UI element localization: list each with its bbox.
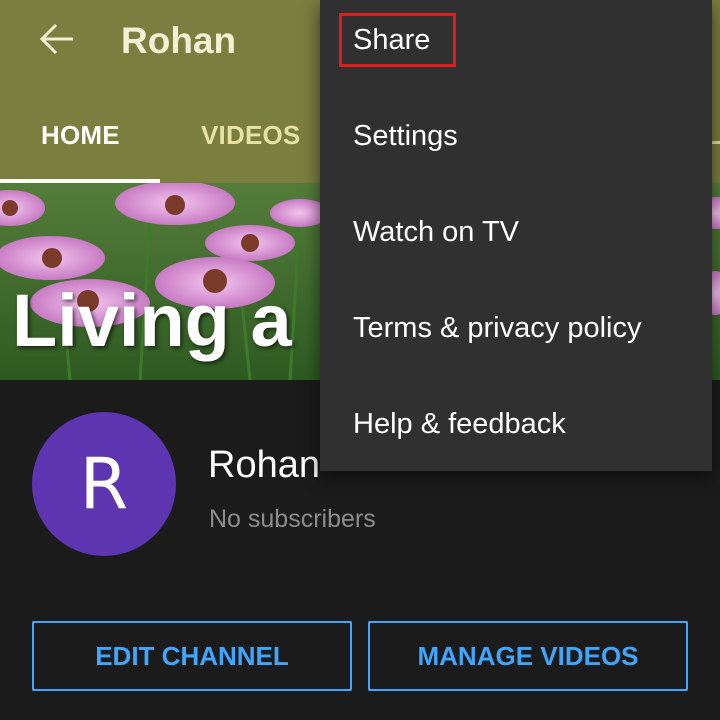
menu-item-settings[interactable]: Settings bbox=[320, 88, 712, 184]
page-title: Rohan bbox=[121, 20, 237, 61]
tab-home[interactable]: HOME bbox=[41, 120, 120, 154]
tab-videos[interactable]: VIDEOS bbox=[201, 120, 300, 154]
menu-item-watch-on-tv[interactable]: Watch on TV bbox=[320, 184, 712, 280]
banner-text: Living a bbox=[12, 279, 292, 362]
menu-item-terms-privacy[interactable]: Terms & privacy policy bbox=[320, 280, 712, 376]
subscriber-count: No subscribers bbox=[209, 505, 376, 533]
menu-item-help-feedback[interactable]: Help & feedback bbox=[320, 376, 712, 472]
avatar[interactable]: R bbox=[32, 412, 176, 556]
manage-videos-button[interactable]: MANAGE VIDEOS bbox=[368, 621, 688, 691]
avatar-letter: R bbox=[79, 443, 129, 525]
arrow-left-icon bbox=[39, 23, 73, 55]
edit-channel-button[interactable]: EDIT CHANNEL bbox=[32, 621, 352, 691]
share-highlight-box bbox=[339, 13, 456, 67]
channel-name: Rohan bbox=[208, 444, 320, 486]
back-button[interactable] bbox=[32, 14, 82, 64]
overflow-menu: Share Settings Watch on TV Terms & priva… bbox=[320, 0, 712, 471]
